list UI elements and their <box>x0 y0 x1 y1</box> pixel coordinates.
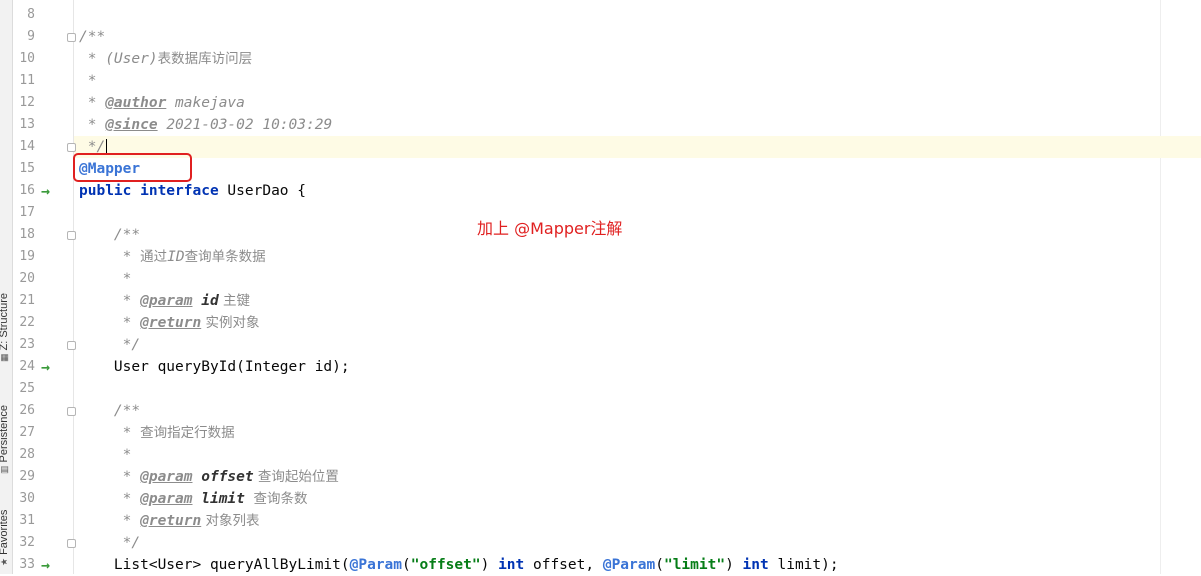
comment-text: * @since 2021-03-02 10:03:29 <box>79 117 333 133</box>
code-line[interactable]: 8 <box>0 4 1201 26</box>
comment-text: * @param limit 查询条数 <box>79 491 308 507</box>
line-number: 23 <box>19 337 35 352</box>
code-line[interactable]: 25 <box>0 378 1201 400</box>
code-line[interactable]: 11 * <box>0 70 1201 92</box>
comment-text: * @return 对象列表 <box>79 513 260 529</box>
line-number: 28 <box>19 447 35 462</box>
comment-text: /** <box>79 403 141 419</box>
comment-text: * <box>79 271 132 287</box>
line-number: 33 <box>19 557 35 572</box>
fold-marker-icon[interactable] <box>67 231 76 240</box>
line-number: 18 <box>19 227 35 242</box>
code-line[interactable]: 20 * <box>0 268 1201 290</box>
code-line[interactable]: 19 * 通过ID查询单条数据 <box>0 246 1201 268</box>
annotation-note: 加上 @Mapper注解 <box>477 219 623 238</box>
code-line[interactable]: 22 * @return 实例对象 <box>0 312 1201 334</box>
method-declaration: List<User> queryAllByLimit(@Param("offse… <box>79 557 839 573</box>
code-line[interactable]: 24 → User queryById(Integer id); <box>0 356 1201 378</box>
line-number: 25 <box>19 381 35 396</box>
fold-marker-icon[interactable] <box>67 539 76 548</box>
code-line[interactable]: 23 */ <box>0 334 1201 356</box>
fold-marker-icon[interactable] <box>67 407 76 416</box>
code-line[interactable]: 10 * (User)表数据库访问层 <box>0 48 1201 70</box>
comment-text: */ <box>79 337 141 353</box>
fold-marker-icon[interactable] <box>67 341 76 350</box>
line-number: 14 <box>19 139 35 154</box>
code-line[interactable]: 31 * @return 对象列表 <box>0 510 1201 532</box>
code-line[interactable]: 28 * <box>0 444 1201 466</box>
comment-text: * @param id 主键 <box>79 293 250 309</box>
comment-text: */ <box>79 535 141 551</box>
line-number: 9 <box>27 29 35 44</box>
line-number: 27 <box>19 425 35 440</box>
comment-text: * @author makejava <box>79 95 245 111</box>
line-number: 12 <box>19 95 35 110</box>
code-line[interactable]: 29 * @param offset 查询起始位置 <box>0 466 1201 488</box>
implementation-arrow-icon[interactable]: → <box>41 356 50 378</box>
line-number: 17 <box>19 205 35 220</box>
line-number: 10 <box>19 51 35 66</box>
line-number: 22 <box>19 315 35 330</box>
code-line[interactable]: 13 * @since 2021-03-02 10:03:29 <box>0 114 1201 136</box>
line-number: 13 <box>19 117 35 132</box>
line-number: 21 <box>19 293 35 308</box>
comment-text: * <box>79 73 97 89</box>
comment-text: /** <box>79 29 106 45</box>
line-number: 8 <box>27 7 35 22</box>
comment-text: * 通过ID查询单条数据 <box>79 249 266 265</box>
code-line[interactable]: 12 * @author makejava <box>0 92 1201 114</box>
comment-text: * 查询指定行数据 <box>79 425 235 441</box>
code-line[interactable]: 33 → List<User> queryAllByLimit(@Param("… <box>0 554 1201 576</box>
interface-declaration: public interface UserDao { <box>79 183 306 199</box>
fold-marker-icon[interactable] <box>67 143 76 152</box>
implementation-arrow-icon[interactable]: → <box>41 180 50 202</box>
comment-text: * (User)表数据库访问层 <box>79 51 253 67</box>
line-number: 16 <box>19 183 35 198</box>
code-line[interactable]: 16 → public interface UserDao { <box>0 180 1201 202</box>
line-number: 29 <box>19 469 35 484</box>
code-line[interactable]: 26 /** <box>0 400 1201 422</box>
line-number: 24 <box>19 359 35 374</box>
comment-text: * @param offset 查询起始位置 <box>79 469 339 485</box>
line-number: 31 <box>19 513 35 528</box>
line-number: 19 <box>19 249 35 264</box>
code-line[interactable]: 30 * @param limit 查询条数 <box>0 488 1201 510</box>
method-declaration: User queryById(Integer id); <box>79 359 350 375</box>
comment-text: /** <box>79 227 141 243</box>
code-line[interactable]: 27 * 查询指定行数据 <box>0 422 1201 444</box>
code-line[interactable]: 21 * @param id 主键 <box>0 290 1201 312</box>
line-number: 32 <box>19 535 35 550</box>
comment-text: * @return 实例对象 <box>79 315 260 331</box>
line-number: 15 <box>19 161 35 176</box>
fold-marker-icon[interactable] <box>67 33 76 42</box>
line-number: 11 <box>19 73 35 88</box>
code-line[interactable]: 9 /** <box>0 26 1201 48</box>
code-line[interactable]: 32 */ <box>0 532 1201 554</box>
line-number: 26 <box>19 403 35 418</box>
implementation-arrow-icon[interactable]: → <box>41 554 50 576</box>
mapper-highlight-box <box>73 153 192 182</box>
line-number: 20 <box>19 271 35 286</box>
comment-text: * <box>79 447 132 463</box>
line-number: 30 <box>19 491 35 506</box>
